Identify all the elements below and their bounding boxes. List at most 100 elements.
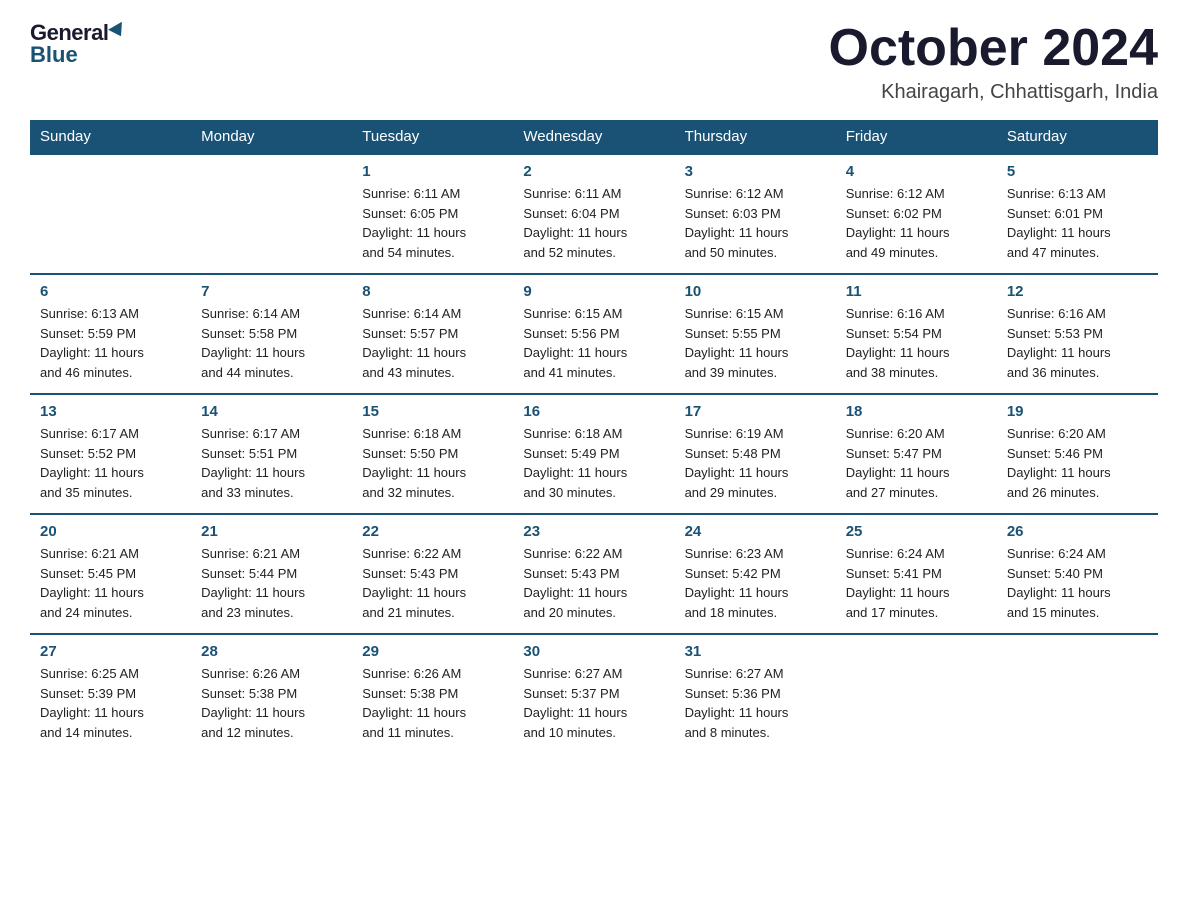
day-number: 10 [685,283,826,300]
calendar-table: SundayMondayTuesdayWednesdayThursdayFrid… [30,120,1158,754]
calendar-cell: 12 Sunrise: 6:16 AM Sunset: 5:53 PM Dayli… [997,274,1158,394]
day-number: 18 [846,403,987,420]
day-info: Sunrise: 6:25 AM Sunset: 5:39 PM Dayligh… [40,664,181,742]
day-number: 24 [685,523,826,540]
day-info: Sunrise: 6:16 AM Sunset: 5:53 PM Dayligh… [1007,304,1148,382]
day-info: Sunrise: 6:21 AM Sunset: 5:44 PM Dayligh… [201,544,342,622]
day-info: Sunrise: 6:22 AM Sunset: 5:43 PM Dayligh… [523,544,664,622]
calendar-cell: 26 Sunrise: 6:24 AM Sunset: 5:40 PM Dayli… [997,514,1158,634]
day-info: Sunrise: 6:12 AM Sunset: 6:02 PM Dayligh… [846,184,987,262]
day-number: 31 [685,643,826,660]
calendar-week-row: 27 Sunrise: 6:25 AM Sunset: 5:39 PM Dayli… [30,634,1158,754]
day-info: Sunrise: 6:17 AM Sunset: 5:51 PM Dayligh… [201,424,342,502]
calendar-cell: 15Sunrise: 6:18 AM Sunset: 5:50 PM Dayli… [352,394,513,514]
day-number: 9 [523,283,664,300]
month-title: October 2024 [829,20,1159,77]
calendar-cell [191,154,352,274]
day-number: 2 [523,163,664,180]
day-number: 6 [40,283,181,300]
day-info: Sunrise: 6:12 AM Sunset: 6:03 PM Dayligh… [685,184,826,262]
day-info: Sunrise: 6:27 AM Sunset: 5:36 PM Dayligh… [685,664,826,742]
day-info: Sunrise: 6:15 AM Sunset: 5:56 PM Dayligh… [523,304,664,382]
day-info: Sunrise: 6:24 AM Sunset: 5:40 PM Dayligh… [1007,544,1148,622]
day-info: Sunrise: 6:15 AM Sunset: 5:55 PM Dayligh… [685,304,826,382]
calendar-cell: 2 Sunrise: 6:11 AM Sunset: 6:04 PM Daylig… [513,154,674,274]
calendar-week-row: 20Sunrise: 6:21 AM Sunset: 5:45 PM Dayli… [30,514,1158,634]
calendar-cell: 21 Sunrise: 6:21 AM Sunset: 5:44 PM Dayli… [191,514,352,634]
calendar-header: SundayMondayTuesdayWednesdayThursdayFrid… [30,120,1158,154]
day-number: 5 [1007,163,1148,180]
day-info: Sunrise: 6:14 AM Sunset: 5:58 PM Dayligh… [201,304,342,382]
calendar-cell: 18 Sunrise: 6:20 AM Sunset: 5:47 PM Dayli… [836,394,997,514]
day-info: Sunrise: 6:16 AM Sunset: 5:54 PM Dayligh… [846,304,987,382]
calendar-week-row: 6 Sunrise: 6:13 AM Sunset: 5:59 PM Daylig… [30,274,1158,394]
calendar-cell: 16Sunrise: 6:18 AM Sunset: 5:49 PM Dayli… [513,394,674,514]
calendar-cell [997,634,1158,754]
calendar-body: 1 Sunrise: 6:11 AM Sunset: 6:05 PM Daylig… [30,154,1158,754]
day-of-week-header: Thursday [675,120,836,154]
day-number: 27 [40,643,181,660]
day-number: 3 [685,163,826,180]
day-info: Sunrise: 6:11 AM Sunset: 6:04 PM Dayligh… [523,184,664,262]
day-number: 4 [846,163,987,180]
day-info: Sunrise: 6:14 AM Sunset: 5:57 PM Dayligh… [362,304,503,382]
calendar-week-row: 13Sunrise: 6:17 AM Sunset: 5:52 PM Dayli… [30,394,1158,514]
day-number: 16 [523,403,664,420]
day-number: 1 [362,163,503,180]
calendar-cell: 24Sunrise: 6:23 AM Sunset: 5:42 PM Dayli… [675,514,836,634]
calendar-cell: 27 Sunrise: 6:25 AM Sunset: 5:39 PM Dayli… [30,634,191,754]
day-info: Sunrise: 6:20 AM Sunset: 5:47 PM Dayligh… [846,424,987,502]
day-info: Sunrise: 6:11 AM Sunset: 6:05 PM Dayligh… [362,184,503,262]
day-number: 17 [685,403,826,420]
day-number: 11 [846,283,987,300]
calendar-week-row: 1 Sunrise: 6:11 AM Sunset: 6:05 PM Daylig… [30,154,1158,274]
header-row: SundayMondayTuesdayWednesdayThursdayFrid… [30,120,1158,154]
calendar-cell: 13Sunrise: 6:17 AM Sunset: 5:52 PM Dayli… [30,394,191,514]
calendar-cell: 3 Sunrise: 6:12 AM Sunset: 6:03 PM Daylig… [675,154,836,274]
day-number: 19 [1007,403,1148,420]
calendar-cell [836,634,997,754]
calendar-cell: 6 Sunrise: 6:13 AM Sunset: 5:59 PM Daylig… [30,274,191,394]
logo-triangle-icon [109,22,129,40]
day-info: Sunrise: 6:13 AM Sunset: 5:59 PM Dayligh… [40,304,181,382]
title-block: October 2024 Khairagarh, Chhattisgarh, I… [829,20,1159,104]
day-number: 26 [1007,523,1148,540]
day-number: 22 [362,523,503,540]
logo-blue-text: Blue [30,42,78,68]
calendar-cell: 19 Sunrise: 6:20 AM Sunset: 5:46 PM Dayli… [997,394,1158,514]
calendar-cell: 14 Sunrise: 6:17 AM Sunset: 5:51 PM Dayli… [191,394,352,514]
day-info: Sunrise: 6:26 AM Sunset: 5:38 PM Dayligh… [362,664,503,742]
day-info: Sunrise: 6:18 AM Sunset: 5:50 PM Dayligh… [362,424,503,502]
location-text: Khairagarh, Chhattisgarh, India [829,81,1159,104]
day-info: Sunrise: 6:21 AM Sunset: 5:45 PM Dayligh… [40,544,181,622]
calendar-cell: 1 Sunrise: 6:11 AM Sunset: 6:05 PM Daylig… [352,154,513,274]
day-info: Sunrise: 6:24 AM Sunset: 5:41 PM Dayligh… [846,544,987,622]
calendar-cell [30,154,191,274]
calendar-cell: 7 Sunrise: 6:14 AM Sunset: 5:58 PM Daylig… [191,274,352,394]
day-number: 25 [846,523,987,540]
day-number: 21 [201,523,342,540]
calendar-cell: 17 Sunrise: 6:19 AM Sunset: 5:48 PM Dayli… [675,394,836,514]
day-number: 23 [523,523,664,540]
calendar-cell: 10 Sunrise: 6:15 AM Sunset: 5:55 PM Dayli… [675,274,836,394]
calendar-cell: 25 Sunrise: 6:24 AM Sunset: 5:41 PM Dayli… [836,514,997,634]
calendar-cell: 29 Sunrise: 6:26 AM Sunset: 5:38 PM Dayli… [352,634,513,754]
day-info: Sunrise: 6:13 AM Sunset: 6:01 PM Dayligh… [1007,184,1148,262]
day-number: 8 [362,283,503,300]
day-number: 14 [201,403,342,420]
calendar-cell: 20Sunrise: 6:21 AM Sunset: 5:45 PM Dayli… [30,514,191,634]
day-number: 12 [1007,283,1148,300]
day-info: Sunrise: 6:27 AM Sunset: 5:37 PM Dayligh… [523,664,664,742]
day-number: 7 [201,283,342,300]
day-of-week-header: Friday [836,120,997,154]
page-header: General Blue October 2024 Khairagarh, Ch… [30,20,1158,104]
day-number: 29 [362,643,503,660]
day-of-week-header: Monday [191,120,352,154]
day-info: Sunrise: 6:22 AM Sunset: 5:43 PM Dayligh… [362,544,503,622]
day-of-week-header: Saturday [997,120,1158,154]
calendar-cell: 23 Sunrise: 6:22 AM Sunset: 5:43 PM Dayli… [513,514,674,634]
day-info: Sunrise: 6:19 AM Sunset: 5:48 PM Dayligh… [685,424,826,502]
day-info: Sunrise: 6:20 AM Sunset: 5:46 PM Dayligh… [1007,424,1148,502]
day-number: 28 [201,643,342,660]
calendar-cell: 5 Sunrise: 6:13 AM Sunset: 6:01 PM Daylig… [997,154,1158,274]
